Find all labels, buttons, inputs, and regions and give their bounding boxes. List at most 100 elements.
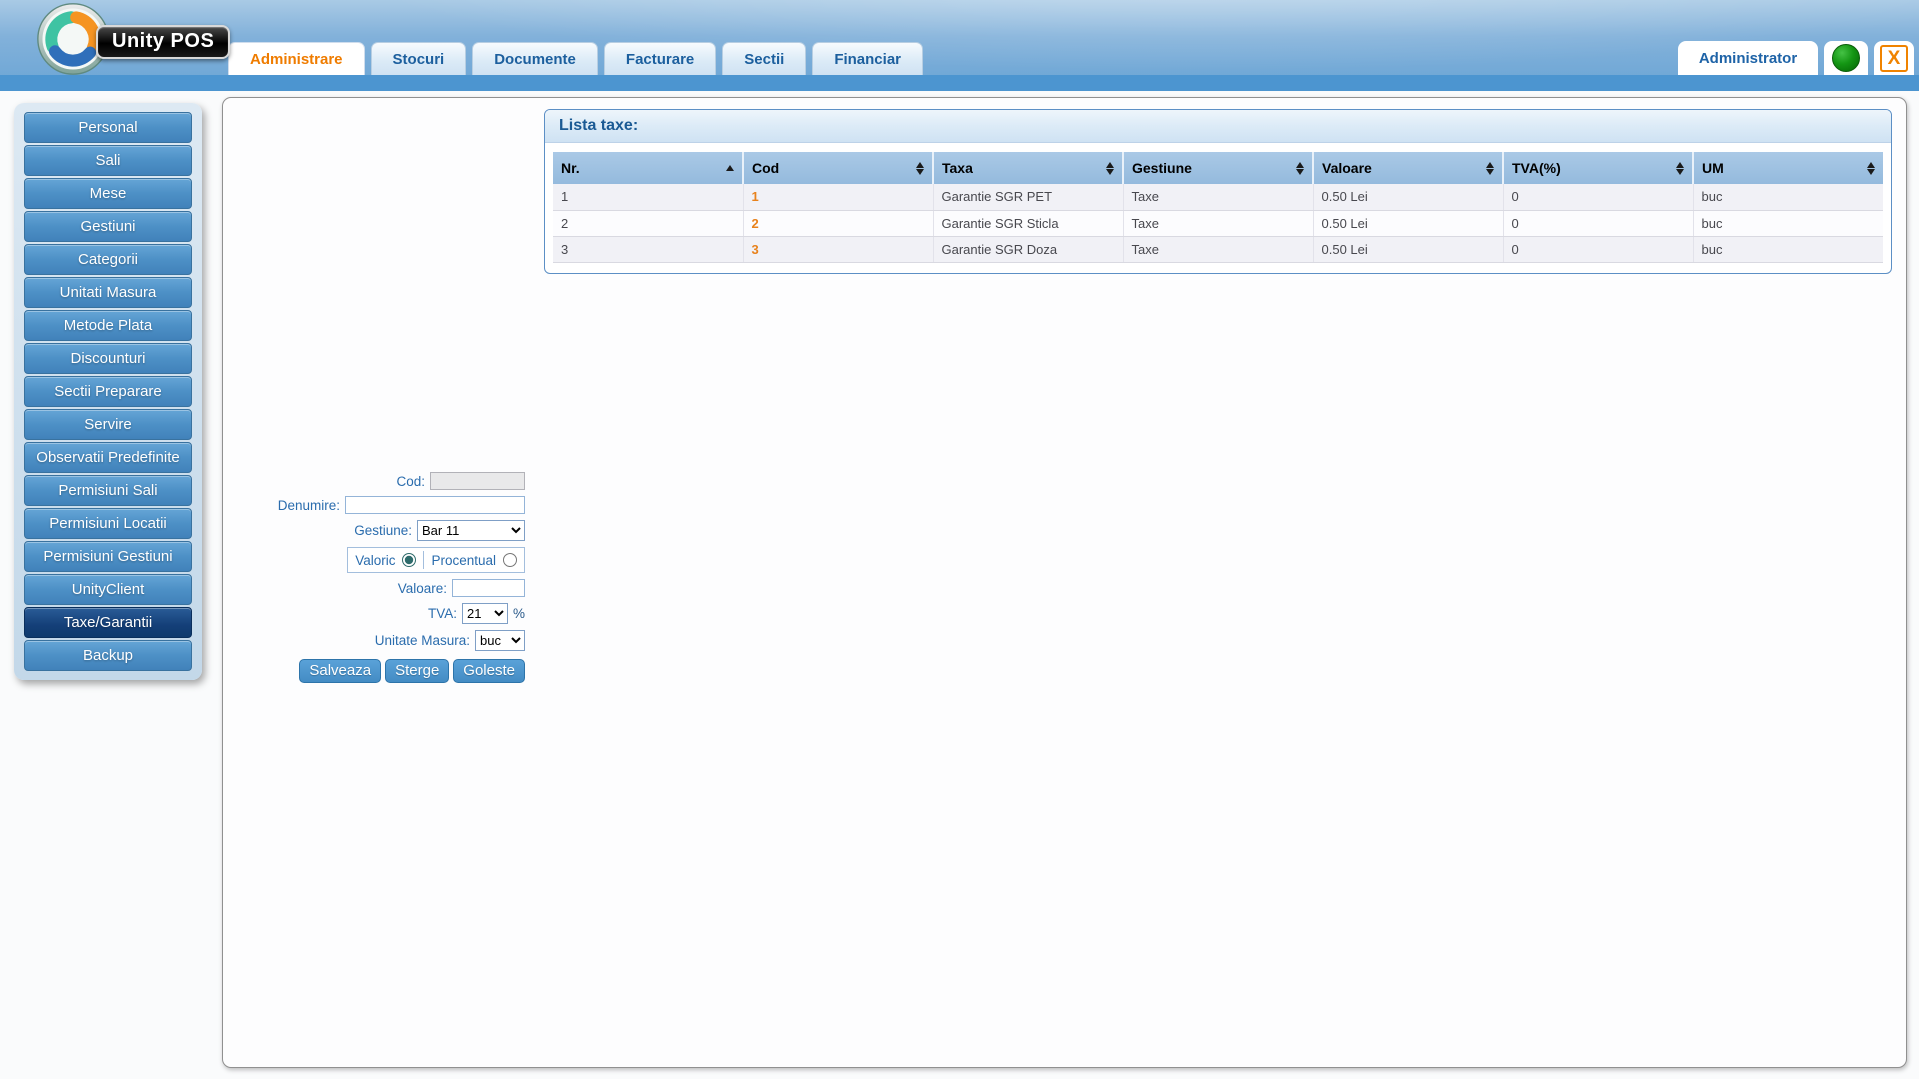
clear-button[interactable]: Goleste bbox=[453, 659, 525, 683]
sidebar-item-unityclient[interactable]: UnityClient bbox=[24, 574, 192, 605]
valoric-radio[interactable] bbox=[402, 553, 417, 567]
procentual-radio[interactable] bbox=[503, 553, 517, 567]
column-header-tva[interactable]: TVA(%) bbox=[1503, 152, 1694, 184]
sidebar-item-servire[interactable]: Servire bbox=[24, 409, 192, 440]
gestiune-label: Gestiune: bbox=[354, 523, 412, 538]
column-label: Gestiune bbox=[1132, 160, 1192, 176]
tva-select[interactable]: 21 bbox=[461, 603, 508, 624]
sidebar: Personal Sali Mese Gestiuni Categorii Unitati… bbox=[14, 103, 202, 680]
sidebar-item-discounturi[interactable]: Discounturi bbox=[24, 343, 192, 374]
cell-nr: 3 bbox=[553, 236, 744, 263]
nav-tabs: Administrare Stocuri Documente Facturare Sec… bbox=[228, 42, 923, 75]
status-tab[interactable] bbox=[1824, 41, 1868, 75]
column-header-taxa[interactable]: Taxa bbox=[933, 152, 1124, 184]
save-button[interactable]: Salveaza bbox=[299, 659, 382, 683]
main-panel: Lista taxe: Nr. Cod Taxa Gestiune Valoare TVA… bbox=[222, 97, 1907, 1068]
sort-both-icon bbox=[1676, 161, 1684, 175]
um-select[interactable]: buc bbox=[475, 630, 525, 651]
column-label: Nr. bbox=[561, 160, 580, 176]
column-label: UM bbox=[1702, 160, 1724, 176]
tab-facturare[interactable]: Facturare bbox=[603, 42, 717, 75]
sidebar-item-observatii-predefinite[interactable]: Observatii Predefinite bbox=[24, 442, 192, 473]
column-header-nr[interactable]: Nr. bbox=[553, 152, 744, 184]
status-green-circle-icon bbox=[1832, 44, 1860, 72]
cell-um: buc bbox=[1693, 236, 1883, 263]
valoare-field[interactable] bbox=[452, 579, 525, 597]
close-tab[interactable]: X bbox=[1874, 41, 1914, 75]
cell-nr: 2 bbox=[553, 210, 744, 237]
close-icon: X bbox=[1880, 44, 1908, 72]
cell-gestiune: Taxe bbox=[1123, 184, 1314, 211]
sidebar-item-taxe-garantii[interactable]: Taxe/Garantii bbox=[24, 607, 192, 638]
form-buttons-row: Salveaza Sterge Goleste bbox=[263, 659, 525, 683]
sidebar-item-sali[interactable]: Sali bbox=[24, 145, 192, 176]
sidebar-item-categorii[interactable]: Categorii bbox=[24, 244, 192, 275]
gestiune-select[interactable]: Bar 11 bbox=[417, 520, 525, 541]
cell-taxa: Garantie SGR Doza bbox=[933, 236, 1124, 263]
sidebar-item-mese[interactable]: Mese bbox=[24, 178, 192, 209]
sidebar-item-permisiuni-gestiuni[interactable]: Permisiuni Gestiuni bbox=[24, 541, 192, 572]
procentual-label: Procentual bbox=[431, 552, 496, 568]
sidebar-item-backup[interactable]: Backup bbox=[24, 640, 192, 671]
gestiune-row: Gestiune: Bar 11 bbox=[263, 520, 525, 541]
tab-financiar[interactable]: Financiar bbox=[812, 42, 923, 75]
tab-stocuri[interactable]: Stocuri bbox=[370, 42, 467, 75]
sidebar-item-permisiuni-sali[interactable]: Permisiuni Sali bbox=[24, 475, 192, 506]
column-label: Cod bbox=[752, 160, 780, 176]
sidebar-item-metode-plata[interactable]: Metode Plata bbox=[24, 310, 192, 341]
tab-administrare[interactable]: Administrare bbox=[228, 42, 365, 75]
denumire-label: Denumire: bbox=[277, 497, 340, 513]
tip-row: Valoric Procentual bbox=[263, 547, 525, 573]
cell-tva: 0 bbox=[1503, 236, 1694, 263]
cell-cod: 1 bbox=[743, 184, 934, 211]
sidebar-item-gestiuni[interactable]: Gestiuni bbox=[24, 211, 192, 242]
column-header-gestiune[interactable]: Gestiune bbox=[1123, 152, 1314, 184]
app-logo: Unity POS bbox=[36, 1, 231, 77]
cell-valoare: 0.50 Lei bbox=[1313, 210, 1504, 237]
tva-label: TVA: bbox=[427, 606, 457, 621]
denumire-field[interactable] bbox=[345, 496, 525, 514]
cell-um: buc bbox=[1693, 210, 1883, 237]
sort-both-icon bbox=[1296, 161, 1304, 175]
cell-tva: 0 bbox=[1503, 184, 1694, 211]
valoare-label: Valoare: bbox=[397, 580, 447, 596]
sort-asc-icon bbox=[726, 165, 734, 171]
table-row-2[interactable]: 2 2 Garantie SGR Sticla Taxe 0.50 Lei 0 buc bbox=[553, 210, 1883, 237]
tva-row: TVA: 21 % bbox=[263, 603, 525, 624]
tab-administrator[interactable]: Administrator bbox=[1678, 41, 1818, 75]
logo-text: Unity POS bbox=[96, 25, 231, 59]
tax-form: Cod: Denumire: Gestiune: Bar 11 Valoric … bbox=[263, 472, 525, 683]
cod-field[interactable] bbox=[430, 472, 525, 490]
tax-table-wrap: Nr. Cod Taxa Gestiune Valoare TVA(%) UM 1 1 Gara… bbox=[545, 143, 1891, 273]
tab-documente[interactable]: Documente bbox=[472, 42, 598, 75]
column-header-valoare[interactable]: Valoare bbox=[1313, 152, 1504, 184]
cell-cod: 2 bbox=[743, 210, 934, 237]
um-label: Unitate Masura: bbox=[374, 633, 470, 648]
cod-label: Cod: bbox=[396, 473, 425, 489]
cell-valoare: 0.50 Lei bbox=[1313, 184, 1504, 211]
column-header-um[interactable]: UM bbox=[1693, 152, 1883, 184]
sidebar-item-personal[interactable]: Personal bbox=[24, 112, 192, 143]
header-right-controls: Administrator X bbox=[1678, 41, 1914, 75]
tva-percent-suffix: % bbox=[512, 606, 525, 621]
cell-tva: 0 bbox=[1503, 210, 1694, 237]
header-strip bbox=[0, 75, 1919, 91]
cell-nr: 1 bbox=[553, 184, 744, 211]
tab-sectii[interactable]: Sectii bbox=[722, 42, 807, 75]
table-row-1[interactable]: 1 1 Garantie SGR PET Taxe 0.50 Lei 0 buc bbox=[553, 184, 1883, 211]
table-row-3[interactable]: 3 3 Garantie SGR Doza Taxe 0.50 Lei 0 buc bbox=[553, 236, 1883, 263]
sidebar-item-permisiuni-locatii[interactable]: Permisiuni Locatii bbox=[24, 508, 192, 539]
cell-cod: 3 bbox=[743, 236, 934, 263]
valoric-label: Valoric bbox=[355, 552, 396, 568]
delete-button[interactable]: Sterge bbox=[385, 659, 450, 683]
cell-um: buc bbox=[1693, 184, 1883, 211]
sort-both-icon bbox=[1106, 161, 1114, 175]
denumire-row: Denumire: bbox=[263, 496, 525, 514]
um-row: Unitate Masura: buc bbox=[263, 630, 525, 651]
column-header-cod[interactable]: Cod bbox=[743, 152, 934, 184]
sidebar-item-unitati-masura[interactable]: Unitati Masura bbox=[24, 277, 192, 308]
sidebar-item-sectii-preparare[interactable]: Sectii Preparare bbox=[24, 376, 192, 407]
cell-gestiune: Taxe bbox=[1123, 236, 1314, 263]
cod-row: Cod: bbox=[263, 472, 525, 490]
cell-valoare: 0.50 Lei bbox=[1313, 236, 1504, 263]
